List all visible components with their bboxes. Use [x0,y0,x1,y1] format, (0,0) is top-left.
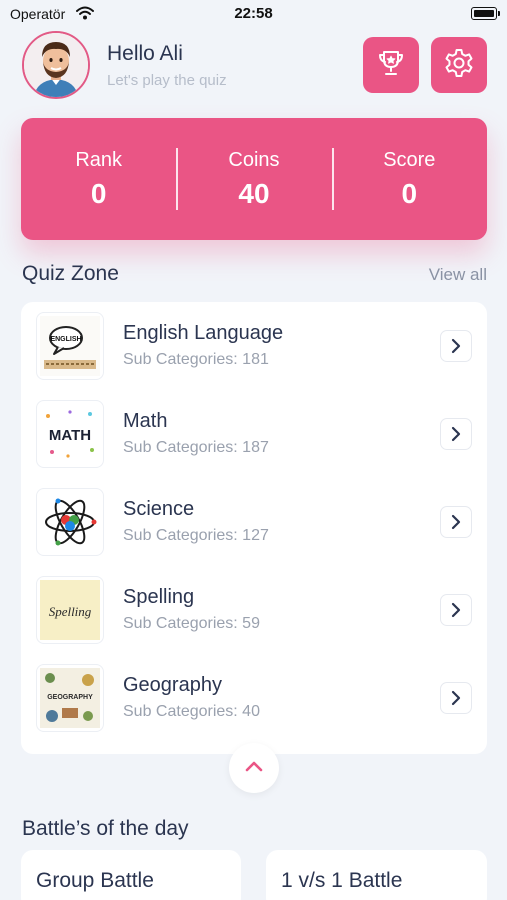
geography-thumbnail: GEOGRAPHY [36,664,104,732]
list-item[interactable]: Science Sub Categories: 127 [21,478,487,566]
battle-card-label: Group Battle [36,869,154,892]
category-title: English Language [123,322,284,344]
category-subtitle: Sub Categories: 40 [123,703,260,720]
clock: 22:58 [234,5,273,22]
one-vs-one-battle-card[interactable]: 1 v/s 1 Battle [266,850,487,900]
list-item[interactable]: ENGLISH English Language Sub Categories:… [21,302,487,390]
trophy-icon [376,48,406,83]
math-thumb-text: MATH [49,427,91,444]
english-thumbnail: ENGLISH [36,312,104,380]
chevron-up-icon [245,759,263,777]
category-subtitle: Sub Categories: 59 [123,615,260,632]
list-item[interactable]: Spelling Spelling Sub Categories: 59 [21,566,487,654]
gear-icon [443,47,475,84]
chevron-right-icon[interactable] [440,506,472,538]
category-subtitle: Sub Categories: 127 [123,527,269,544]
category-title: Spelling [123,586,195,608]
spelling-thumb-text: Spelling [49,604,92,619]
chevron-right-icon[interactable] [440,418,472,450]
science-thumbnail [36,488,104,556]
battle-card-label: 1 v/s 1 Battle [281,869,403,892]
stat-label: Rank [75,148,123,171]
category-title: Geography [123,674,222,696]
score-stat: Score 0 [331,118,487,240]
stat-value: 0 [401,177,418,209]
category-title: Science [123,498,195,520]
spelling-thumbnail: Spelling [36,576,104,644]
group-battle-card[interactable]: Group Battle [21,850,241,900]
math-thumbnail: MATH [36,400,104,468]
list-item[interactable]: GEOGRAPHY Geography Sub Categories: 40 [21,654,487,742]
stats-card: Rank 0 Coins 40 Score 0 [21,118,487,240]
battles-title: Battle’s of the day [22,817,189,840]
collapse-list-button[interactable] [229,743,279,793]
chevron-right-icon[interactable] [440,594,472,626]
stat-value: 0 [90,177,107,209]
list-item[interactable]: MATH Math Sub Categories: 187 [21,390,487,478]
quiz-zone-list: ENGLISH English Language Sub Categories:… [21,302,487,754]
coins-stat: Coins 40 [176,118,331,240]
battery-icon [471,7,500,20]
avatar[interactable] [22,31,90,99]
quiz-zone-title: Quiz Zone [22,262,119,285]
stat-value: 40 [238,177,270,209]
stat-label: Coins [228,148,280,171]
greeting-title: Hello Ali [107,42,183,65]
status-bar: Operatör 22:58 [0,0,507,30]
chevron-right-icon[interactable] [440,682,472,714]
geography-thumb-text: GEOGRAPHY [47,694,93,701]
rank-stat: Rank 0 [21,118,176,240]
view-all-link[interactable]: View all [429,265,487,285]
category-subtitle: Sub Categories: 181 [123,351,269,368]
chevron-right-icon[interactable] [440,330,472,362]
english-thumb-text: ENGLISH [50,336,81,343]
category-subtitle: Sub Categories: 187 [123,439,269,456]
leaderboard-button[interactable] [363,37,419,93]
category-title: Math [123,410,168,432]
stat-label: Score [383,148,436,171]
settings-button[interactable] [431,37,487,93]
greeting-subtitle: Let's play the quiz [107,72,227,89]
